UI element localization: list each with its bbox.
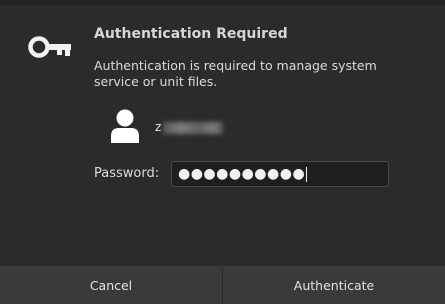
- authenticate-button[interactable]: Authenticate: [223, 267, 445, 304]
- password-field[interactable]: ●●●●●●●●●●: [171, 161, 389, 187]
- dialog-button-bar: Cancel Authenticate: [0, 266, 445, 304]
- text-caret: [306, 166, 308, 182]
- password-label: Password:: [94, 166, 160, 181]
- dialog-message: Authentication is required to manage sys…: [94, 58, 377, 89]
- key-icon: [28, 36, 71, 58]
- username-redacted-blur: [163, 122, 223, 134]
- cancel-button[interactable]: Cancel: [0, 267, 222, 304]
- dialog-title: Authentication Required: [94, 26, 288, 42]
- username: z: [155, 120, 162, 134]
- authentication-dialog: Authentication Required Authentication i…: [0, 0, 445, 304]
- user-avatar-icon: [111, 109, 139, 143]
- dialog-top-strip: [0, 0, 445, 5]
- password-mask: ●●●●●●●●●●: [178, 166, 306, 182]
